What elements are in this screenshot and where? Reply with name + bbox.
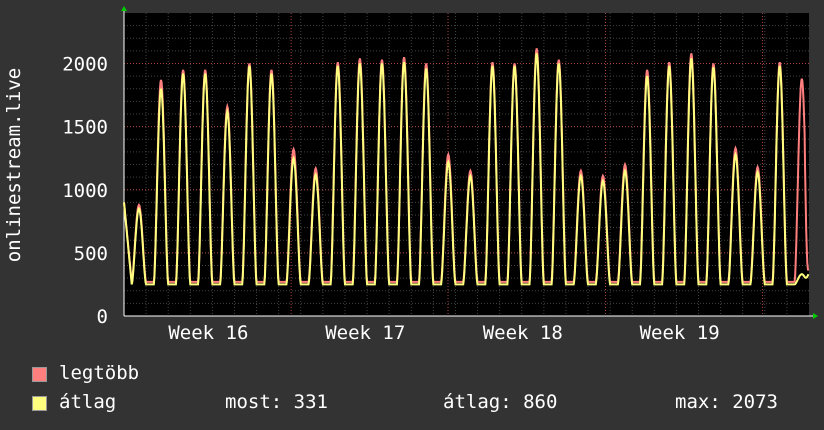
x-tick-label: Week 17 <box>325 322 405 344</box>
y-tick-label: 500 <box>74 243 108 265</box>
chart-root: 0 500 1000 1500 2000 Week 16 Week 17 Week 18 Wee… <box>0 0 824 430</box>
stat-now: most: 331 <box>225 391 328 413</box>
legend-label-avg: átlag <box>59 391 117 413</box>
y-axis-title: onlinestream.live <box>3 68 25 262</box>
y-axis-arrow <box>121 6 127 11</box>
legend-swatch-avg <box>32 396 47 411</box>
x-tick-label: Week 16 <box>168 322 248 344</box>
stat-average: átlag: 860 <box>443 391 558 413</box>
y-tick-label: 2000 <box>62 54 108 76</box>
x-tick-label: Week 18 <box>483 322 563 344</box>
y-tick-label: 1000 <box>62 180 108 202</box>
y-tick-label: 0 <box>97 306 108 328</box>
legend-swatch-max <box>32 367 47 382</box>
chart-svg: 0 500 1000 1500 2000 Week 16 Week 17 Week 18 Wee… <box>3 6 818 344</box>
legend-label-max: legtöbb <box>59 362 140 384</box>
x-tick-label: Week 19 <box>640 322 720 344</box>
y-tick-label: 1500 <box>62 117 108 139</box>
x-axis-arrow <box>813 313 818 319</box>
stat-max: max: 2073 <box>675 391 778 413</box>
